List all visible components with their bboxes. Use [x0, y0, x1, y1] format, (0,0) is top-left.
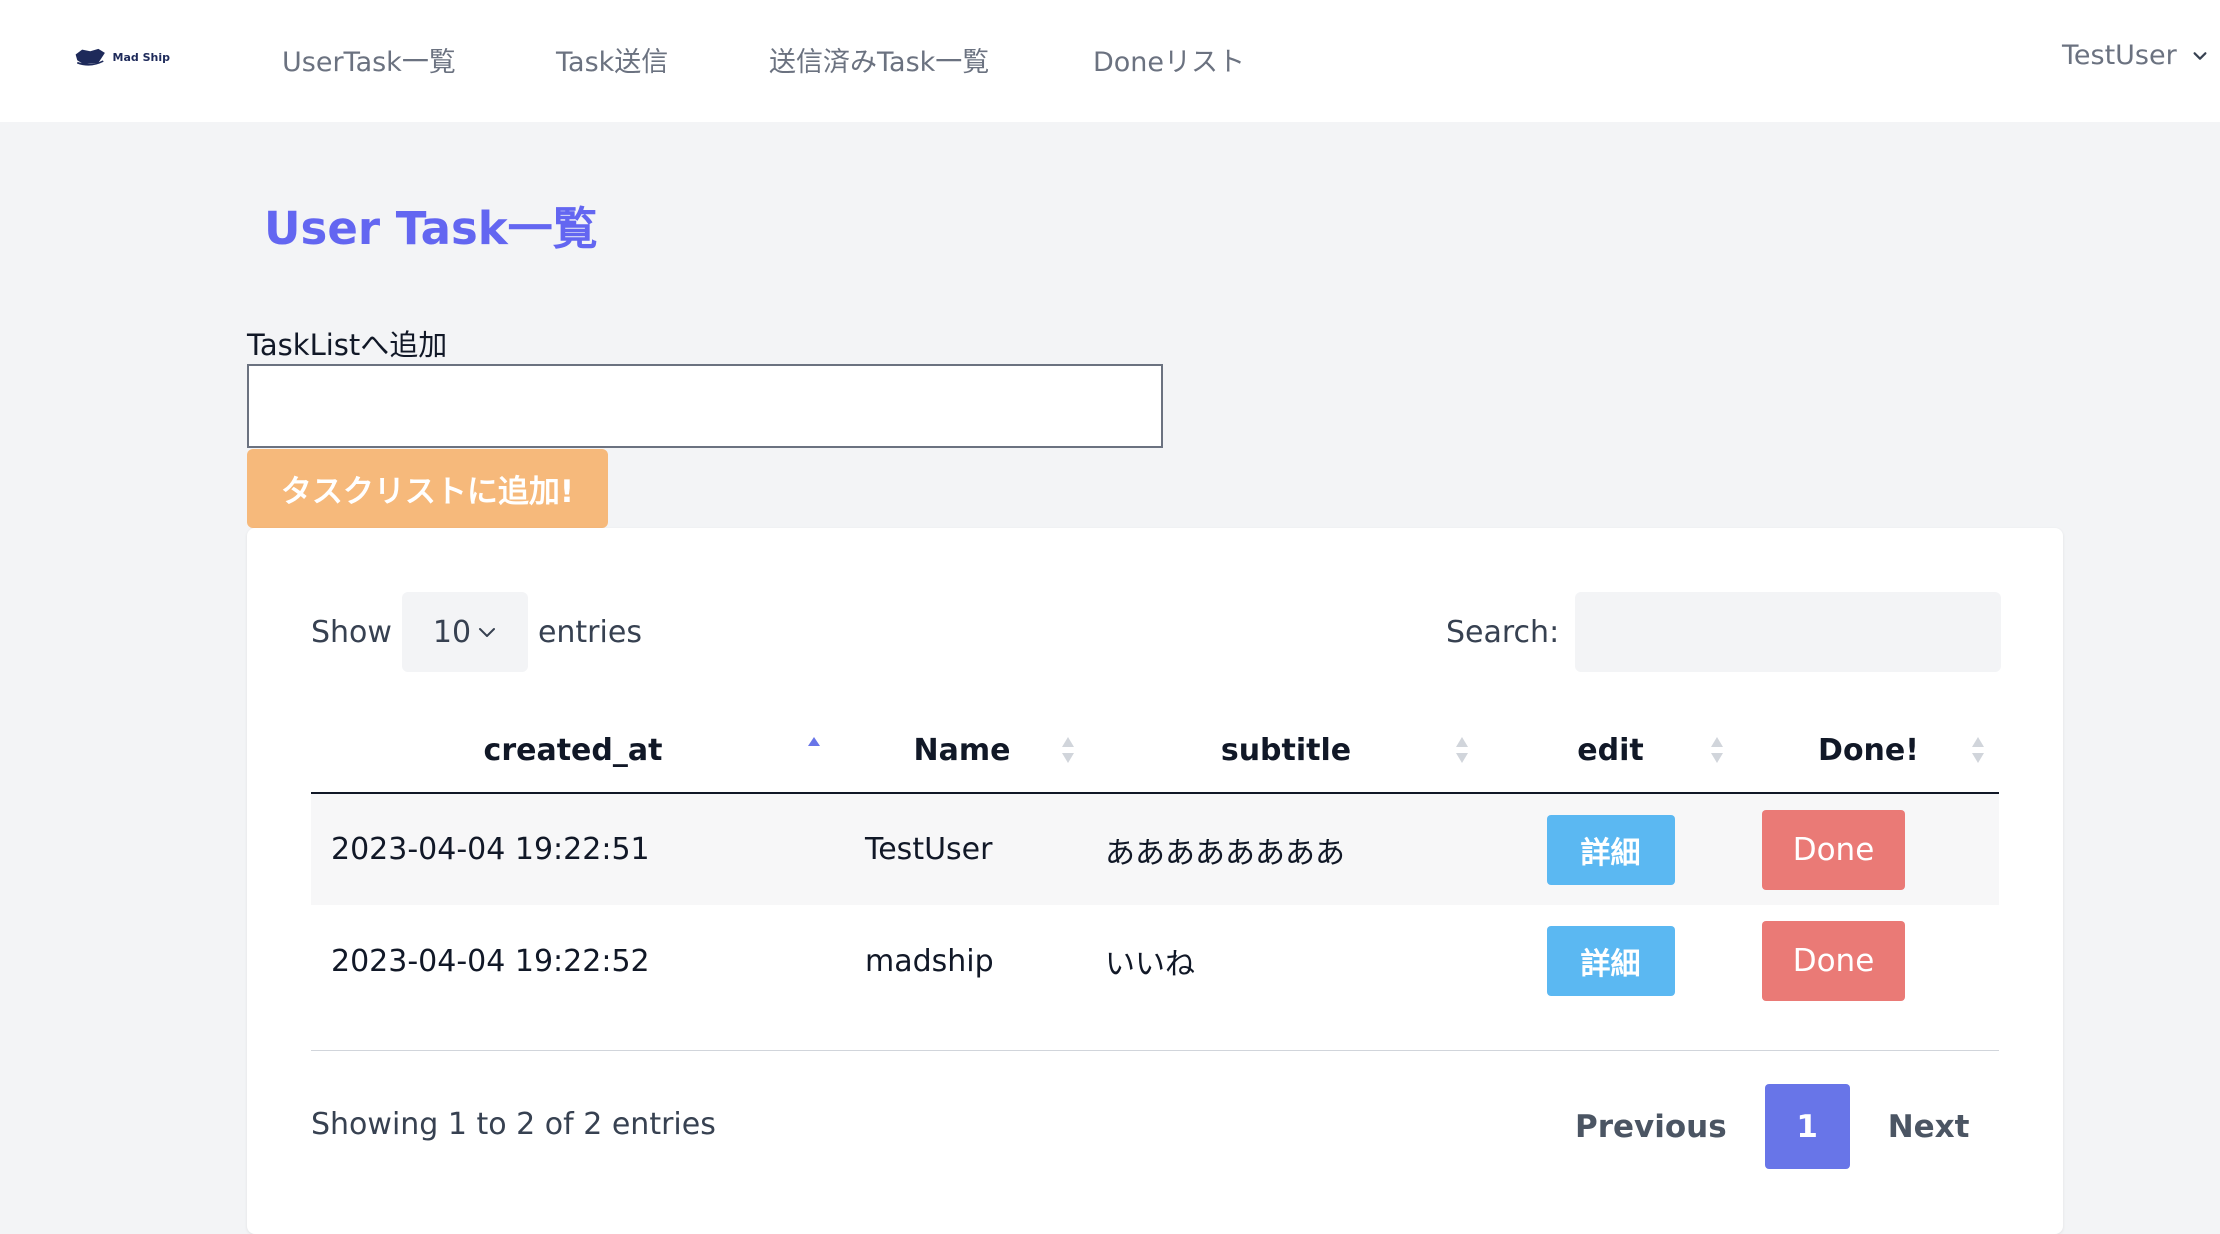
ship-logo-icon — [75, 48, 105, 66]
sort-both-icon — [1456, 737, 1468, 763]
user-menu[interactable]: TestUser — [2062, 40, 2209, 71]
pagination: Previous 1 Next — [1575, 1084, 1969, 1169]
sort-both-icon — [1972, 737, 1984, 763]
done-button[interactable]: Done — [1762, 809, 1905, 890]
cell-created-at: 2023-04-04 19:22:52 — [331, 943, 650, 979]
column-header-name[interactable]: Name — [835, 708, 1089, 794]
add-task-label: TaskListへ追加 — [247, 328, 448, 362]
detail-button[interactable]: 詳細 — [1546, 814, 1675, 885]
table-bottom-divider — [311, 1050, 1999, 1051]
page-title: User Task一覧 — [264, 202, 598, 255]
column-header-edit[interactable]: edit — [1483, 708, 1738, 794]
show-label: Show — [311, 614, 392, 650]
nav-link-task-send[interactable]: Task送信 — [556, 40, 668, 79]
add-task-input[interactable] — [247, 364, 1163, 448]
top-navbar: Mad Ship UserTask一覧 Task送信 送信済みTask一覧 Do… — [0, 0, 2220, 122]
sort-both-icon — [1711, 737, 1723, 763]
logo-text: Mad Ship — [112, 50, 170, 64]
done-button[interactable]: Done — [1762, 921, 1905, 1001]
entries-length-value: 10 — [432, 614, 472, 650]
task-table: created_at Name subtitle edit Done! 2023… — [311, 708, 1999, 1017]
entries-label: entries — [537, 614, 642, 650]
cell-name: TestUser — [835, 793, 1089, 905]
previous-page-button[interactable]: Previous — [1575, 1109, 1727, 1145]
add-to-tasklist-button[interactable]: タスクリストに追加! — [247, 449, 608, 528]
logo[interactable]: Mad Ship — [74, 42, 170, 72]
search-label: Search: — [1446, 614, 1560, 650]
detail-button[interactable]: 詳細 — [1546, 926, 1675, 996]
cell-edit: 詳細 — [1483, 793, 1738, 905]
chevron-down-icon — [479, 628, 496, 637]
cell-subtitle: いいね — [1105, 947, 1195, 982]
sort-both-icon — [1062, 737, 1074, 763]
cell-name: madship — [865, 943, 994, 979]
sort-ascending-icon — [808, 737, 820, 746]
table-info: Showing 1 to 2 of 2 entries — [311, 1107, 716, 1142]
entries-length-control: Show 10 entries — [311, 592, 642, 672]
table-header-row: created_at Name subtitle edit Done! — [311, 708, 1999, 794]
nav-link-usertask-list[interactable]: UserTask一覧 — [282, 40, 456, 79]
search-input[interactable] — [1575, 592, 2002, 672]
chevron-down-icon — [2193, 51, 2207, 60]
cell-done: Done — [1738, 793, 1999, 905]
nav-link-done-list[interactable]: Doneリスト — [1093, 40, 1245, 79]
cell-subtitle: ああああああああ — [1089, 793, 1483, 905]
cell-edit: 詳細 — [1483, 905, 1738, 1017]
next-page-button[interactable]: Next — [1888, 1109, 1970, 1145]
table-search: Search: — [1446, 592, 2002, 672]
table-row: 2023-04-04 19:22:52 madship いいね 詳細 Done — [311, 905, 1999, 1017]
nav-link-sent-task-list[interactable]: 送信済みTask一覧 — [769, 40, 989, 79]
cell-done: Done — [1738, 905, 1999, 1017]
entries-length-select[interactable]: 10 — [401, 592, 528, 672]
user-name: TestUser — [2062, 40, 2177, 71]
column-header-subtitle[interactable]: subtitle — [1089, 708, 1483, 794]
cell-created-at: 2023-04-04 19:22:51 — [311, 793, 835, 905]
table-row: 2023-04-04 19:22:51 TestUser ああああああああ 詳細… — [311, 793, 1999, 905]
column-header-created-at[interactable]: created_at — [311, 708, 835, 794]
column-header-done[interactable]: Done! — [1738, 708, 1999, 794]
page-1-button[interactable]: 1 — [1764, 1084, 1850, 1169]
